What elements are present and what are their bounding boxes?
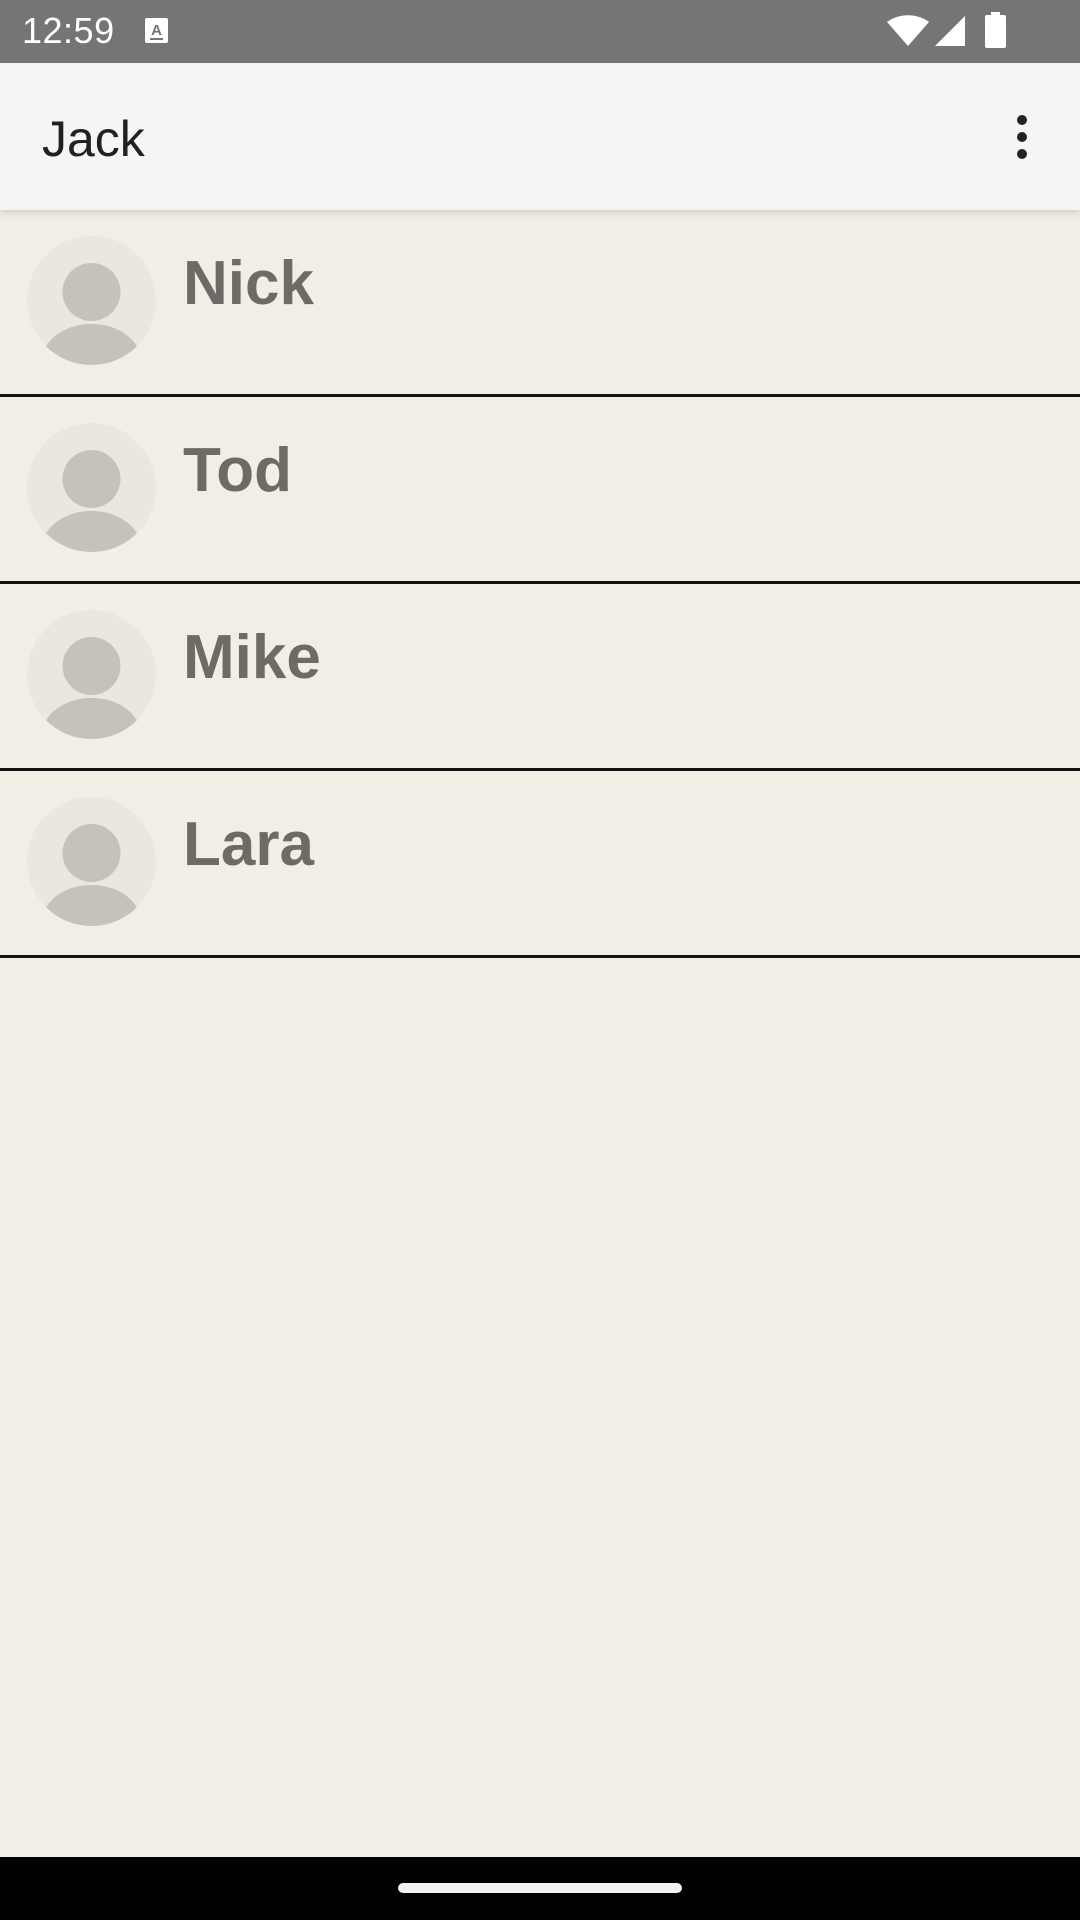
person-avatar-icon <box>27 423 156 552</box>
cell-signal-icon <box>935 16 965 46</box>
contact-item-tod[interactable]: Tod <box>0 397 1080 584</box>
contact-name: Lara <box>183 810 314 879</box>
contact-name: Nick <box>183 249 314 318</box>
navigation-bar <box>0 1857 1080 1920</box>
person-avatar-icon <box>27 236 156 365</box>
overflow-dot <box>1017 115 1027 125</box>
overflow-dot <box>1017 149 1027 159</box>
app-bar-title: Jack <box>42 111 145 167</box>
wifi-icon <box>887 15 929 46</box>
status-bar: 12:59 A <box>0 0 1080 63</box>
person-avatar-icon <box>27 797 156 926</box>
person-avatar-icon <box>27 610 156 739</box>
app-bar: Jack <box>0 63 1080 210</box>
contact-name: Tod <box>183 436 293 505</box>
contact-item-mike[interactable]: Mike <box>0 584 1080 771</box>
home-gesture-handle[interactable] <box>398 1883 682 1893</box>
contact-list: Nick Tod Mike Lara <box>0 210 1080 958</box>
text-a-icon: A <box>145 18 168 43</box>
more-vert-icon[interactable] <box>994 105 1050 169</box>
contacts-screen: 12:59 A Jack Nick Tod Mike Lara <box>0 0 1080 1920</box>
overflow-dot <box>1017 132 1027 142</box>
status-time: 12:59 <box>22 10 115 51</box>
battery-icon <box>985 12 1006 48</box>
contact-item-nick[interactable]: Nick <box>0 210 1080 397</box>
contact-name: Mike <box>183 623 321 692</box>
contact-item-lara[interactable]: Lara <box>0 771 1080 958</box>
svg-text:A: A <box>151 22 162 39</box>
